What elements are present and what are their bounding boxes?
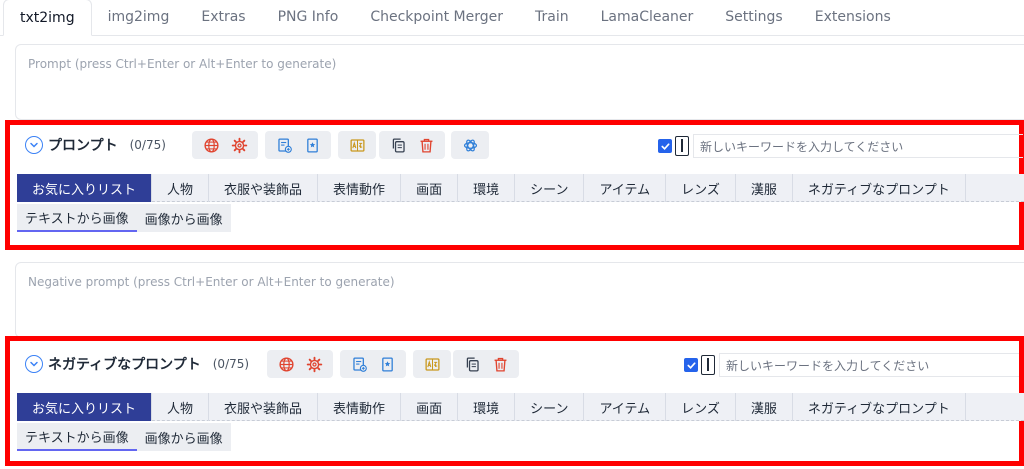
category-screen[interactable]: 画面	[401, 174, 459, 202]
chevron-down-icon	[25, 355, 43, 373]
category-clothing[interactable]: 衣服や装飾品	[209, 174, 319, 202]
button-group-settings	[267, 350, 333, 378]
button-group-translate	[338, 131, 376, 159]
tab-checkpoint-merger[interactable]: Checkpoint Merger	[354, 0, 519, 35]
button-group-edit	[453, 350, 519, 378]
prompt-placeholder: Prompt (press Ctrl+Enter or Alt+Enter to…	[28, 57, 337, 71]
subtab-img2img[interactable]: 画像から画像	[137, 423, 231, 451]
keyword-checkbox[interactable]	[684, 358, 698, 372]
button-group-settings	[192, 131, 258, 159]
panel-title-toggle[interactable]: プロンプト (0/75)	[25, 135, 166, 155]
category-item[interactable]: アイテム	[584, 393, 667, 421]
globe-icon[interactable]	[276, 354, 296, 374]
category-hanfu[interactable]: 漢服	[736, 174, 793, 202]
category-favorites[interactable]: お気に入りリスト	[17, 393, 153, 421]
category-environment[interactable]: 環境	[458, 393, 516, 421]
category-expression[interactable]: 表情動作	[318, 174, 402, 202]
copy-icon[interactable]	[462, 354, 482, 374]
globe-icon[interactable]	[201, 135, 221, 155]
negative-prompt-helper-panel: ネガティブなプロンプト (0/75) 新しいキーワードを入力してください お気に…	[15, 349, 1024, 459]
category-screen[interactable]: 画面	[401, 393, 459, 421]
category-person[interactable]: 人物	[152, 393, 210, 421]
translate-icon[interactable]	[422, 354, 442, 374]
tab-lamacleaner[interactable]: LamaCleaner	[585, 0, 710, 35]
category-person[interactable]: 人物	[152, 174, 210, 202]
category-negative[interactable]: ネガティブなプロンプト	[793, 393, 966, 421]
bookmark-icon[interactable]	[302, 135, 322, 155]
subtab-bar: テキストから画像 画像から画像	[17, 423, 231, 451]
category-lens[interactable]: レンズ	[666, 174, 736, 202]
trash-icon[interactable]	[490, 354, 510, 374]
prompt-helper-panel: プロンプト (0/75) 新しいキーワードを入力してください お気に入りリスト …	[15, 130, 1024, 240]
trash-icon[interactable]	[416, 135, 436, 155]
category-scene[interactable]: シーン	[515, 174, 585, 202]
category-expression[interactable]: 表情動作	[318, 393, 402, 421]
keyword-entry: 新しいキーワードを入力してください	[658, 134, 1023, 158]
subtab-txt2img[interactable]: テキストから画像	[17, 204, 137, 232]
negative-prompt-placeholder: Negative prompt (press Ctrl+Enter or Alt…	[28, 275, 395, 289]
negative-prompt-textarea[interactable]: Negative prompt (press Ctrl+Enter or Alt…	[15, 262, 1024, 338]
tab-extensions[interactable]: Extensions	[799, 0, 907, 35]
keyword-checkbox[interactable]	[658, 139, 672, 153]
button-group-translate	[413, 350, 451, 378]
category-favorites[interactable]: お気に入りリスト	[17, 174, 153, 202]
panel-title-toggle[interactable]: ネガティブなプロンプト (0/75)	[25, 354, 249, 374]
category-tabs: お気に入りリスト 人物 衣服や装飾品 表情動作 画面 環境 シーン アイテム レ…	[17, 174, 1024, 202]
category-clothing[interactable]: 衣服や装飾品	[209, 393, 319, 421]
tab-png-info[interactable]: PNG Info	[262, 0, 355, 35]
category-environment[interactable]: 環境	[458, 174, 516, 202]
tab-img2img[interactable]: img2img	[92, 0, 186, 35]
copy-icon[interactable]	[388, 135, 408, 155]
tab-train[interactable]: Train	[519, 0, 585, 35]
settings-gear-icon[interactable]	[229, 135, 249, 155]
category-scene[interactable]: シーン	[515, 393, 585, 421]
panel-title: プロンプト	[48, 138, 118, 154]
button-group-history	[340, 350, 406, 378]
prompt-textarea[interactable]: Prompt (press Ctrl+Enter or Alt+Enter to…	[15, 44, 1024, 120]
settings-gear-icon[interactable]	[304, 354, 324, 374]
text-cursor-icon	[701, 355, 715, 375]
button-group-ai	[451, 131, 489, 159]
panel-title: ネガティブなプロンプト	[48, 357, 201, 373]
subtab-txt2img[interactable]: テキストから画像	[17, 423, 137, 451]
text-cursor-icon	[675, 136, 689, 156]
category-hanfu[interactable]: 漢服	[736, 393, 793, 421]
openai-icon[interactable]	[460, 135, 480, 155]
category-item[interactable]: アイテム	[584, 174, 667, 202]
tab-settings[interactable]: Settings	[709, 0, 798, 35]
keyword-input[interactable]: 新しいキーワードを入力してください	[719, 353, 1019, 377]
tab-extras[interactable]: Extras	[185, 0, 261, 35]
token-count: (0/75)	[212, 357, 250, 371]
keyword-entry: 新しいキーワードを入力してください	[684, 353, 1019, 377]
token-count: (0/75)	[129, 138, 166, 152]
document-add-icon[interactable]	[274, 135, 294, 155]
panel-header: ネガティブなプロンプト (0/75) 新しいキーワードを入力してください	[15, 349, 1024, 379]
translate-icon[interactable]	[347, 135, 367, 155]
category-tabs: お気に入りリスト 人物 衣服や装飾品 表情動作 画面 環境 シーン アイテム レ…	[17, 393, 1024, 421]
tab-txt2img[interactable]: txt2img	[3, 0, 92, 36]
category-lens[interactable]: レンズ	[666, 393, 736, 421]
subtab-img2img[interactable]: 画像から画像	[137, 204, 231, 232]
panel-header: プロンプト (0/75) 新しいキーワードを入力してください	[15, 130, 1024, 160]
button-group-history	[265, 131, 331, 159]
button-group-edit	[379, 131, 445, 159]
bookmark-icon[interactable]	[377, 354, 397, 374]
tab-bar: txt2img img2img Extras PNG Info Checkpoi…	[0, 0, 1024, 36]
subtab-bar: テキストから画像 画像から画像	[17, 204, 231, 232]
keyword-input[interactable]: 新しいキーワードを入力してください	[693, 134, 1023, 158]
category-negative[interactable]: ネガティブなプロンプト	[793, 174, 966, 202]
document-add-icon[interactable]	[349, 354, 369, 374]
chevron-down-icon	[25, 136, 43, 154]
